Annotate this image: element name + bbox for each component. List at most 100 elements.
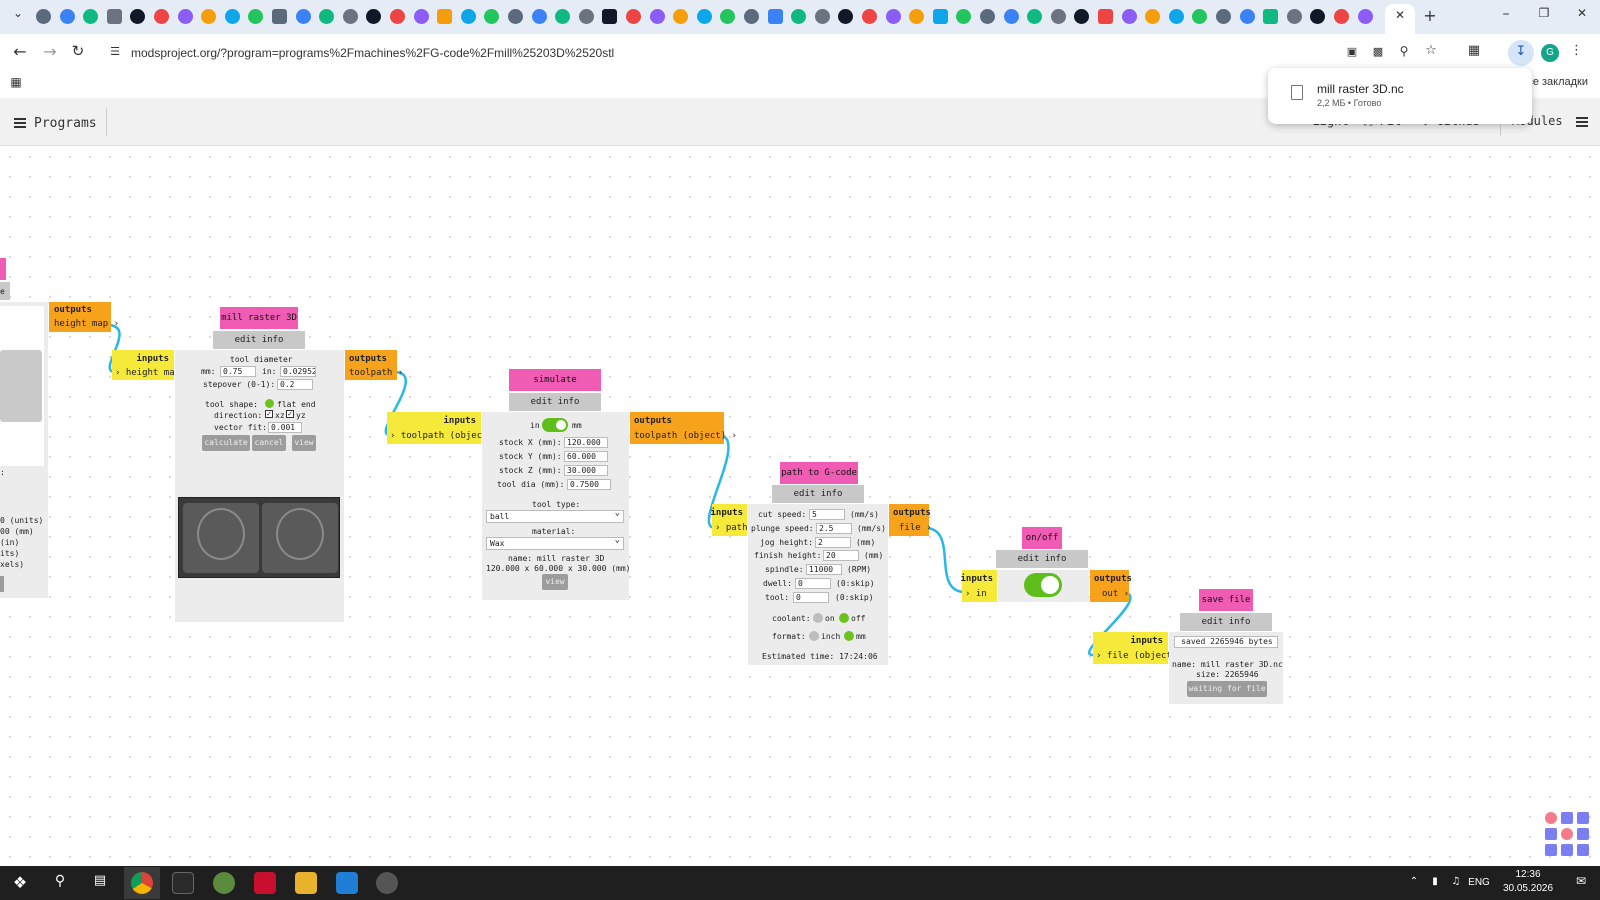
tab-favicon[interactable] — [177, 9, 193, 24]
tab-favicon[interactable] — [272, 9, 287, 24]
tab-favicon[interactable] — [980, 9, 995, 24]
tab-favicon[interactable] — [885, 9, 901, 24]
tab-favicon[interactable] — [59, 9, 75, 24]
tab-favicon[interactable] — [932, 9, 948, 24]
back-icon[interactable]: ← — [10, 42, 30, 61]
tab-favicon[interactable] — [1357, 9, 1373, 24]
vscode-icon[interactable] — [336, 872, 358, 894]
flat-end-radio[interactable] — [265, 399, 274, 408]
spindle-input[interactable]: 11000 — [806, 564, 842, 575]
tab-favicon[interactable] — [437, 9, 453, 24]
all-bookmarks-label[interactable]: се закладки — [1527, 76, 1588, 88]
camera-blocked-icon[interactable]: ▣ — [1344, 45, 1360, 58]
downloads-icon[interactable]: ↧ — [1508, 40, 1534, 66]
tab-favicon[interactable] — [1334, 9, 1349, 24]
finish-height-input[interactable]: 20 — [823, 550, 859, 561]
mill-module-bar[interactable]: edit info collapse — [213, 331, 305, 363]
port-file-object-in[interactable]: › file (object) — [1096, 651, 1177, 661]
url-text[interactable]: modsproject.org/?program=programs%2Fmach… — [131, 46, 614, 60]
tab-favicon[interactable] — [106, 9, 122, 24]
profile-avatar[interactable]: G — [1541, 44, 1559, 62]
sim-view-button[interactable]: view — [542, 574, 568, 590]
partial-button[interactable] — [0, 576, 4, 592]
stepover-input[interactable]: 0.2 — [277, 379, 313, 390]
volume-icon[interactable]: ♫ — [1449, 876, 1463, 887]
gcode-module-title[interactable]: path to G-code — [780, 462, 858, 484]
tab-favicon[interactable] — [814, 9, 830, 24]
port-toolpath-in[interactable]: › toolpath (object) — [390, 431, 493, 441]
reload-icon[interactable]: ↻ — [68, 42, 88, 60]
inkscape-icon[interactable] — [172, 872, 194, 894]
direction-yz-checkbox[interactable]: ✓ — [286, 410, 294, 418]
tab-favicon[interactable] — [1216, 9, 1231, 24]
port-height-map-out[interactable]: height map › — [54, 319, 119, 329]
tab-favicon[interactable] — [531, 9, 547, 24]
translate-icon[interactable]: ▩ — [1370, 45, 1386, 58]
vector-fit-input[interactable]: 0.001 — [268, 422, 302, 433]
jog-height-input[interactable]: 2 — [815, 537, 851, 548]
tab-favicon[interactable] — [696, 9, 712, 24]
tool-diameter-mm-input[interactable]: 0.75 — [220, 366, 256, 377]
stock-x-input[interactable]: 120.000 — [564, 437, 608, 448]
waiting-for-file-button[interactable]: waiting for file — [1187, 681, 1267, 697]
tab-favicon[interactable] — [342, 9, 358, 24]
site-info-icon[interactable]: ☰ — [107, 45, 123, 58]
sim-module-bar[interactable]: edit info collapse — [509, 393, 601, 425]
stock-y-input[interactable]: 60.000 — [564, 451, 608, 462]
onoff-module-title[interactable]: on/off — [1022, 527, 1062, 549]
port-toolpath-out[interactable]: toolpath › — [349, 368, 403, 378]
browser-menu-icon[interactable]: ⋮ — [1570, 43, 1583, 58]
port-in[interactable]: › in — [965, 589, 987, 599]
stock-z-input[interactable]: 30.000 — [564, 465, 608, 476]
minimize-icon[interactable]: – — [1496, 6, 1516, 22]
tab-favicon[interactable] — [390, 9, 405, 24]
port-out[interactable]: out › — [1102, 589, 1129, 599]
zoom-icon[interactable]: ⚲ — [1396, 44, 1412, 58]
tab-favicon[interactable] — [744, 9, 759, 24]
port-path-in[interactable]: › path — [715, 523, 748, 533]
calculate-button[interactable]: calculate — [202, 435, 250, 451]
search-icon[interactable]: ⚲ — [50, 873, 70, 889]
file-explorer-icon[interactable] — [295, 872, 317, 894]
tab-favicon[interactable] — [767, 9, 783, 24]
tab-favicon[interactable] — [36, 9, 51, 24]
programs-button[interactable]: Programs — [14, 112, 97, 134]
mill-module-title[interactable]: mill raster 3D — [220, 307, 298, 329]
apps-grid-icon[interactable]: ▦ — [9, 75, 23, 89]
tab-favicon[interactable] — [578, 9, 594, 24]
close-tab-icon[interactable]: ✕ — [1393, 8, 1407, 22]
app-icon[interactable] — [213, 872, 235, 894]
format-mm-radio[interactable] — [844, 631, 854, 641]
onoff-module-bar[interactable]: edit info collapse — [996, 550, 1088, 582]
save-module-bar[interactable]: edit info collapse — [1180, 613, 1272, 645]
tab-favicon[interactable] — [649, 9, 665, 24]
tab-favicon[interactable] — [413, 9, 429, 24]
clock-time[interactable]: 12:36 — [1496, 869, 1560, 880]
tab-favicon[interactable] — [862, 9, 877, 24]
windows-start-icon[interactable]: ❖ — [10, 873, 30, 892]
gcode-module-bar[interactable]: edit info collapse — [772, 485, 864, 517]
dwell-input[interactable]: 0 — [795, 578, 831, 589]
tab-favicon[interactable] — [1239, 9, 1255, 24]
tab-favicon[interactable] — [1003, 9, 1019, 24]
direction-xz-checkbox[interactable]: ✓ — [265, 410, 273, 418]
forward-icon[interactable]: → — [40, 42, 60, 61]
port-toolpath-object-out[interactable]: toolpath (object) › — [634, 431, 737, 441]
notifications-icon[interactable]: ✉ — [1572, 874, 1590, 888]
close-window-icon[interactable]: ✕ — [1572, 6, 1592, 20]
port-height-map-in[interactable]: › height map — [115, 368, 180, 378]
coolant-on-radio[interactable] — [813, 613, 823, 623]
bookmark-star-icon[interactable]: ☆ — [1423, 43, 1439, 58]
onoff-toggle[interactable] — [1024, 573, 1062, 597]
tab-favicon[interactable] — [508, 9, 523, 24]
tab-favicon[interactable] — [1050, 9, 1066, 24]
language-indicator[interactable]: ENG — [1466, 877, 1492, 888]
tool-number-input[interactable]: 0 — [793, 592, 829, 603]
chrome-icon[interactable] — [131, 872, 153, 894]
tab-favicon[interactable] — [1263, 9, 1279, 24]
restore-icon[interactable]: ❐ — [1534, 6, 1554, 20]
tool-diameter-in-input[interactable]: 0.02952 — [280, 366, 316, 377]
sim-module-title[interactable]: simulate toolpath — [509, 369, 601, 407]
battery-icon[interactable]: ▮ — [1428, 876, 1442, 887]
download-bubble[interactable] — [1268, 68, 1532, 124]
